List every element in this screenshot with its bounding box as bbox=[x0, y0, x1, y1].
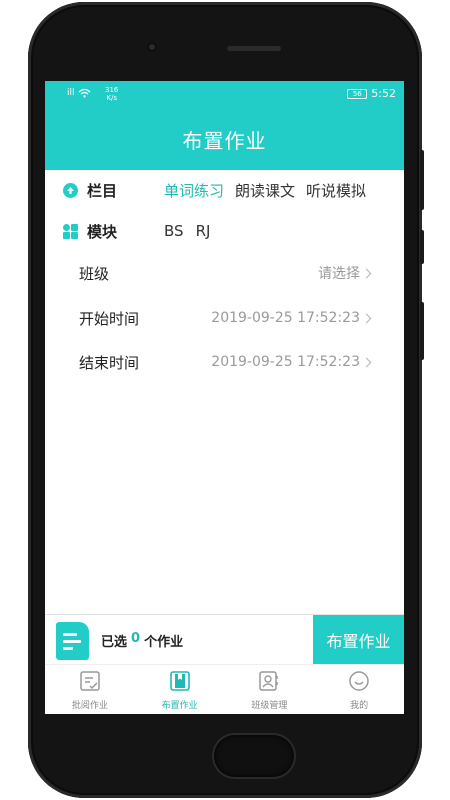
tab-read-text[interactable]: 朗读课文 bbox=[235, 180, 295, 201]
start-time-row[interactable]: 开始时间 2019-09-25 17:52:23 bbox=[45, 296, 404, 340]
column-label: 栏目 bbox=[87, 181, 118, 200]
class-row[interactable]: 班级 请选择 bbox=[45, 251, 404, 295]
tab-mine-label: 我的 bbox=[350, 701, 369, 711]
bottom-tabbar: 批阅作业 布置作业 班级管理 我的 bbox=[45, 664, 404, 714]
speed-unit: K/s bbox=[106, 94, 117, 102]
earpiece-speaker bbox=[227, 46, 281, 51]
tab-review[interactable]: 批阅作业 bbox=[45, 665, 135, 714]
network-speed: 316 K/s bbox=[105, 86, 118, 102]
column-tabs: 单词练习 朗读课文 听说模拟 bbox=[164, 180, 404, 201]
class-label: 班级 bbox=[79, 264, 110, 283]
front-camera bbox=[147, 42, 157, 52]
end-time-row[interactable]: 结束时间 2019-09-25 17:52:23 bbox=[45, 340, 404, 384]
chevron-right-icon bbox=[361, 268, 372, 278]
smile-icon bbox=[349, 671, 369, 691]
end-time-value: 2019-09-25 17:52:23 bbox=[211, 354, 360, 370]
signal-group: ill bbox=[67, 88, 91, 98]
review-icon bbox=[80, 671, 100, 691]
tab-listen-speak[interactable]: 听说模拟 bbox=[306, 180, 366, 201]
selected-count-text: 已选 0 个作业 bbox=[101, 631, 183, 650]
module-items: BS RJ bbox=[164, 222, 210, 240]
arrow-up-circle-icon bbox=[63, 182, 78, 198]
page-title: 布置作业 bbox=[182, 129, 267, 153]
assign-icon bbox=[169, 671, 190, 691]
home-button[interactable] bbox=[214, 735, 294, 777]
status-bar: ill 316 K/s 56 5:52 bbox=[45, 81, 404, 107]
clock: 5:52 bbox=[371, 87, 396, 100]
document-icon bbox=[56, 622, 89, 660]
tab-assign-label: 布置作业 bbox=[161, 701, 198, 711]
chevron-right-icon bbox=[361, 313, 372, 323]
module-grid-icon bbox=[63, 223, 78, 239]
tab-class-manage[interactable]: 班级管理 bbox=[225, 665, 315, 714]
tab-assign[interactable]: 布置作业 bbox=[135, 665, 225, 714]
app-screen: ill 316 K/s 56 5:52 布置作业 栏目 单词练习 朗读课文 听说… bbox=[45, 81, 404, 714]
start-time-value: 2019-09-25 17:52:23 bbox=[211, 310, 360, 326]
tab-word-practice[interactable]: 单词练习 bbox=[164, 180, 224, 201]
selected-suffix: 个作业 bbox=[144, 635, 184, 650]
module-label: 模块 bbox=[87, 222, 118, 241]
selected-count: 0 bbox=[131, 631, 141, 646]
volume-button bbox=[420, 150, 424, 210]
tab-review-label: 批阅作业 bbox=[71, 701, 108, 711]
start-time-label: 开始时间 bbox=[79, 309, 140, 328]
module-item-bs[interactable]: BS bbox=[164, 222, 184, 240]
module-item-rj[interactable]: RJ bbox=[196, 222, 211, 240]
end-time-label: 结束时间 bbox=[79, 353, 140, 372]
class-icon bbox=[259, 671, 279, 691]
column-row: 栏目 单词练习 朗读课文 听说模拟 bbox=[45, 170, 404, 210]
assign-homework-button[interactable]: 布置作业 bbox=[313, 615, 404, 665]
side-key bbox=[420, 302, 424, 360]
tab-mine[interactable]: 我的 bbox=[314, 665, 404, 714]
battery-icon: 56 bbox=[347, 88, 368, 99]
class-value: 请选择 bbox=[318, 266, 360, 282]
wifi-icon bbox=[78, 88, 90, 98]
power-button bbox=[420, 230, 424, 264]
selected-prefix: 已选 bbox=[101, 635, 128, 650]
signal-icon: ill bbox=[67, 88, 75, 98]
module-row: 模块 BS RJ bbox=[45, 211, 404, 251]
chevron-right-icon bbox=[361, 357, 372, 367]
selection-bar: 已选 0 个作业 布置作业 bbox=[45, 614, 404, 665]
app-header: 布置作业 bbox=[45, 107, 404, 170]
speed-value: 316 bbox=[105, 86, 119, 94]
tab-class-manage-label: 班级管理 bbox=[251, 701, 288, 711]
status-right: 56 5:52 bbox=[347, 87, 396, 100]
